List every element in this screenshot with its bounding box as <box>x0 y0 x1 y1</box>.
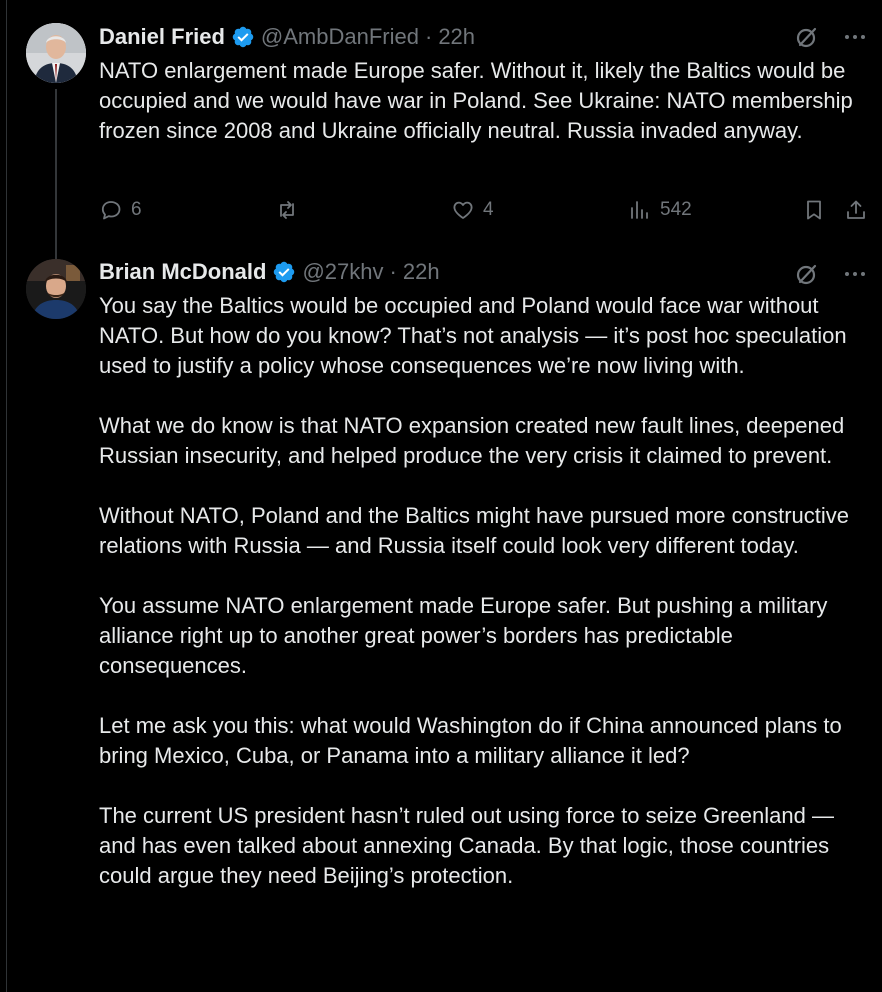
tweet-actions: 6 4 542 <box>99 193 868 227</box>
timeline: Daniel Fried @AmbDanFried · 22h NATO enl… <box>0 0 882 992</box>
tweet-text: You say the Baltics would be occupied an… <box>99 293 849 888</box>
verified-badge-icon <box>231 25 255 49</box>
tweet-text: NATO enlargement made Europe safer. With… <box>99 58 859 143</box>
separator-dot: · <box>424 24 433 49</box>
grok-icon[interactable] <box>794 24 820 50</box>
display-name[interactable]: Brian McDonald <box>99 259 266 285</box>
share-button[interactable] <box>844 193 868 227</box>
thread-connector <box>55 89 57 259</box>
repost-icon <box>280 201 294 219</box>
reply-button[interactable]: 6 <box>99 193 142 227</box>
display-name[interactable]: Daniel Fried <box>99 24 225 50</box>
repost-button[interactable] <box>275 193 307 227</box>
like-count: 4 <box>483 199 494 220</box>
grok-icon[interactable] <box>794 261 820 287</box>
separator-dot: · <box>389 259 397 284</box>
views-count: 542 <box>660 199 692 220</box>
tweet-brian-mcdonald[interactable]: Brian McDonald @27khv · 22h You say the … <box>0 255 882 992</box>
verified-badge-icon <box>272 260 296 284</box>
tweet-header: Brian McDonald @27khv · 22h <box>99 257 440 287</box>
reply-icon <box>101 201 121 220</box>
more-icon[interactable] <box>842 24 868 50</box>
like-icon <box>453 201 473 219</box>
views-icon <box>631 201 648 219</box>
share-icon <box>847 200 865 219</box>
timestamp[interactable]: 22h <box>403 259 440 285</box>
avatar[interactable] <box>26 259 86 319</box>
more-icon[interactable] <box>842 261 868 287</box>
handle[interactable]: @27khv <box>302 259 383 285</box>
handle[interactable]: @AmbDanFried <box>261 24 419 50</box>
bookmark-button[interactable] <box>802 193 826 227</box>
tweet-header: Daniel Fried @AmbDanFried · 22h <box>99 22 475 52</box>
views-button[interactable]: 542 <box>628 193 692 227</box>
avatar[interactable] <box>26 23 86 83</box>
bookmark-icon <box>807 200 821 220</box>
reply-count: 6 <box>131 199 142 220</box>
tweet-top-actions <box>794 261 868 287</box>
tweet-daniel-fried[interactable]: Daniel Fried @AmbDanFried · 22h NATO enl… <box>0 0 882 259</box>
tweet-top-actions <box>794 24 868 50</box>
like-button[interactable]: 4 <box>451 193 494 227</box>
timestamp[interactable]: 22h <box>438 24 475 50</box>
